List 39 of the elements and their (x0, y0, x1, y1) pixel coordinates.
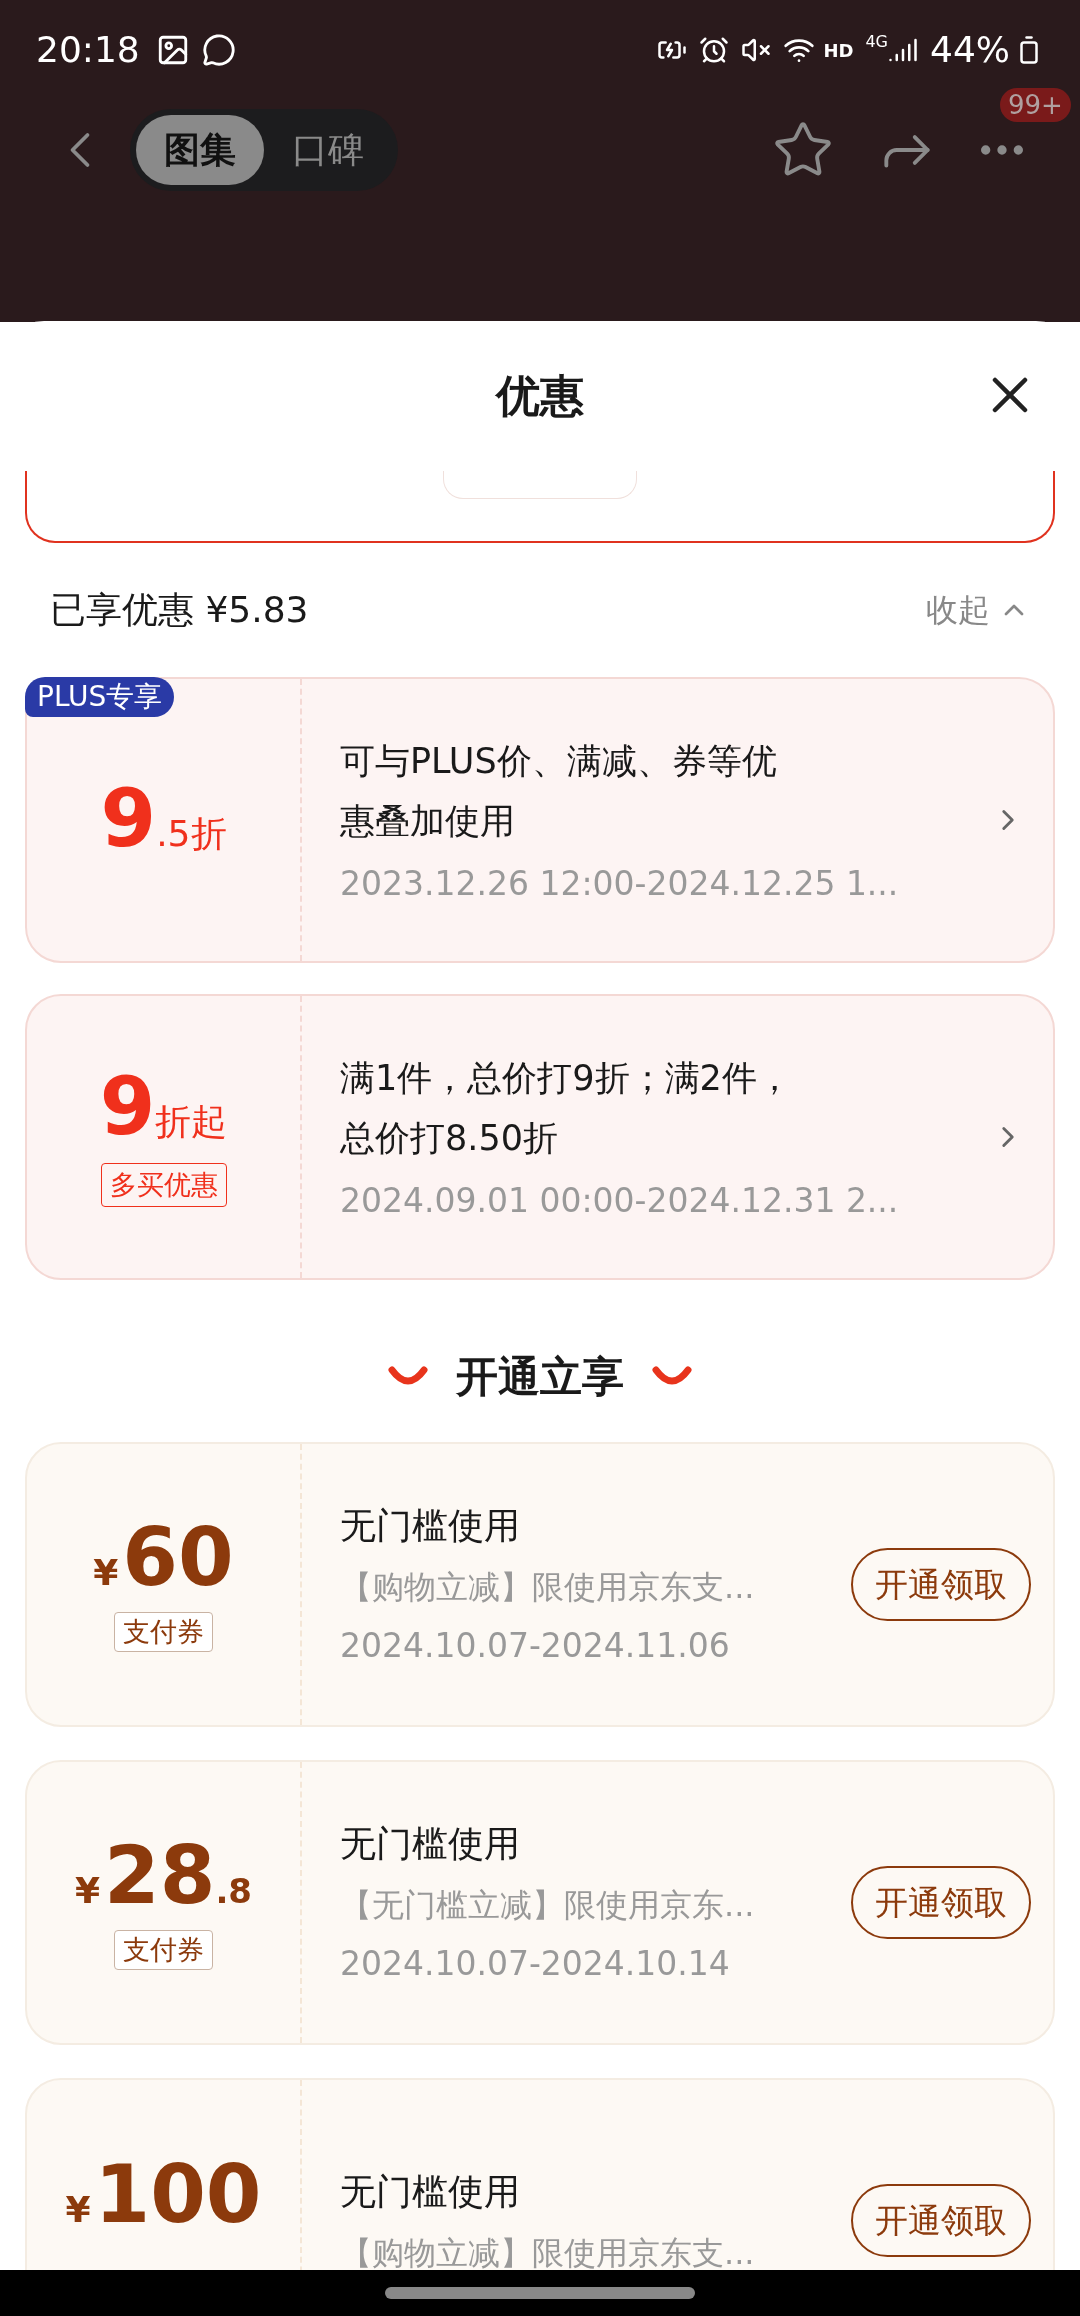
coupon-tag: 支付券 (114, 1611, 213, 1652)
discount-date: 2024.09.01 00:00-2024.12.31 2... (340, 1180, 900, 1223)
coupon-description: 【购物立减】限使用京东支... (340, 1566, 756, 1608)
savings-summary: 已享优惠 ¥5.83 (50, 588, 309, 632)
discount-value: 9折起 (99, 1067, 228, 1149)
hd-label: HD (823, 38, 854, 63)
discount-date: 2023.12.26 12:00-2024.12.25 1... (340, 863, 900, 906)
coupon-title: 无门槛使用 (340, 1503, 521, 1548)
network-label: 4G (865, 31, 888, 53)
claim-button[interactable]: 开通领取 (851, 1865, 1031, 1940)
status-time: 20:18 (36, 28, 140, 72)
collapse-toggle[interactable]: 收起 (926, 586, 1030, 634)
view-tab[interactable]: 口碑 (264, 115, 392, 185)
coupon-amount: ¥60 (93, 1517, 234, 1600)
discount-description: 可与PLUS价、满减、券等优惠叠加使用 (340, 740, 778, 844)
coupon-date: 2024.10.07-2024.11.06 (340, 1624, 731, 1667)
coupon-title: 无门槛使用 (340, 2169, 521, 2214)
section-title: 开通立享 (456, 1351, 624, 1403)
sheet-title: 优惠 (496, 369, 584, 423)
coupon-description: 【购物立减】限使用京东支... (340, 2232, 756, 2270)
discount-card[interactable]: 9折起 多买优惠 满1件，总价打9折；满2件，总价打8.50折 2024.09.01 00:00-2024.12.31 2... (25, 994, 1055, 1280)
alarm-icon (699, 35, 730, 65)
coupon-amount: ¥28.8 (75, 1835, 252, 1918)
discount-tag: 多买优惠 (100, 1163, 227, 1207)
coupon-description: 【无门槛立减】限使用京东... (340, 1884, 756, 1926)
view-tab[interactable]: 图集 (136, 115, 264, 185)
chat-icon (201, 33, 236, 67)
discount-description: 满1件，总价打9折；满2件，总价打8.50折 (340, 1057, 793, 1161)
battery-percent: 44% (930, 28, 1010, 72)
coupon-amount: ¥100 (65, 2154, 262, 2237)
discount-card[interactable]: PLUS专享 9.5折 可与PLUS价、满减、券等优惠叠加使用 2023.12.26 12:00-2024.12.25 1... (25, 677, 1055, 963)
coupon-title: 无门槛使用 (340, 1821, 521, 1866)
coupon-tag: 支付券 (114, 1929, 213, 1970)
claim-button[interactable]: 开通领取 (851, 2183, 1031, 2258)
plus-badge: PLUS专享 (25, 677, 175, 717)
claim-button[interactable]: 开通领取 (851, 1547, 1031, 1622)
coupon-date: 2024.10.07-2024.10.14 (340, 1942, 731, 1985)
notification-badge: 99+ (1000, 88, 1071, 122)
discount-value: 9.5折 (100, 779, 227, 861)
